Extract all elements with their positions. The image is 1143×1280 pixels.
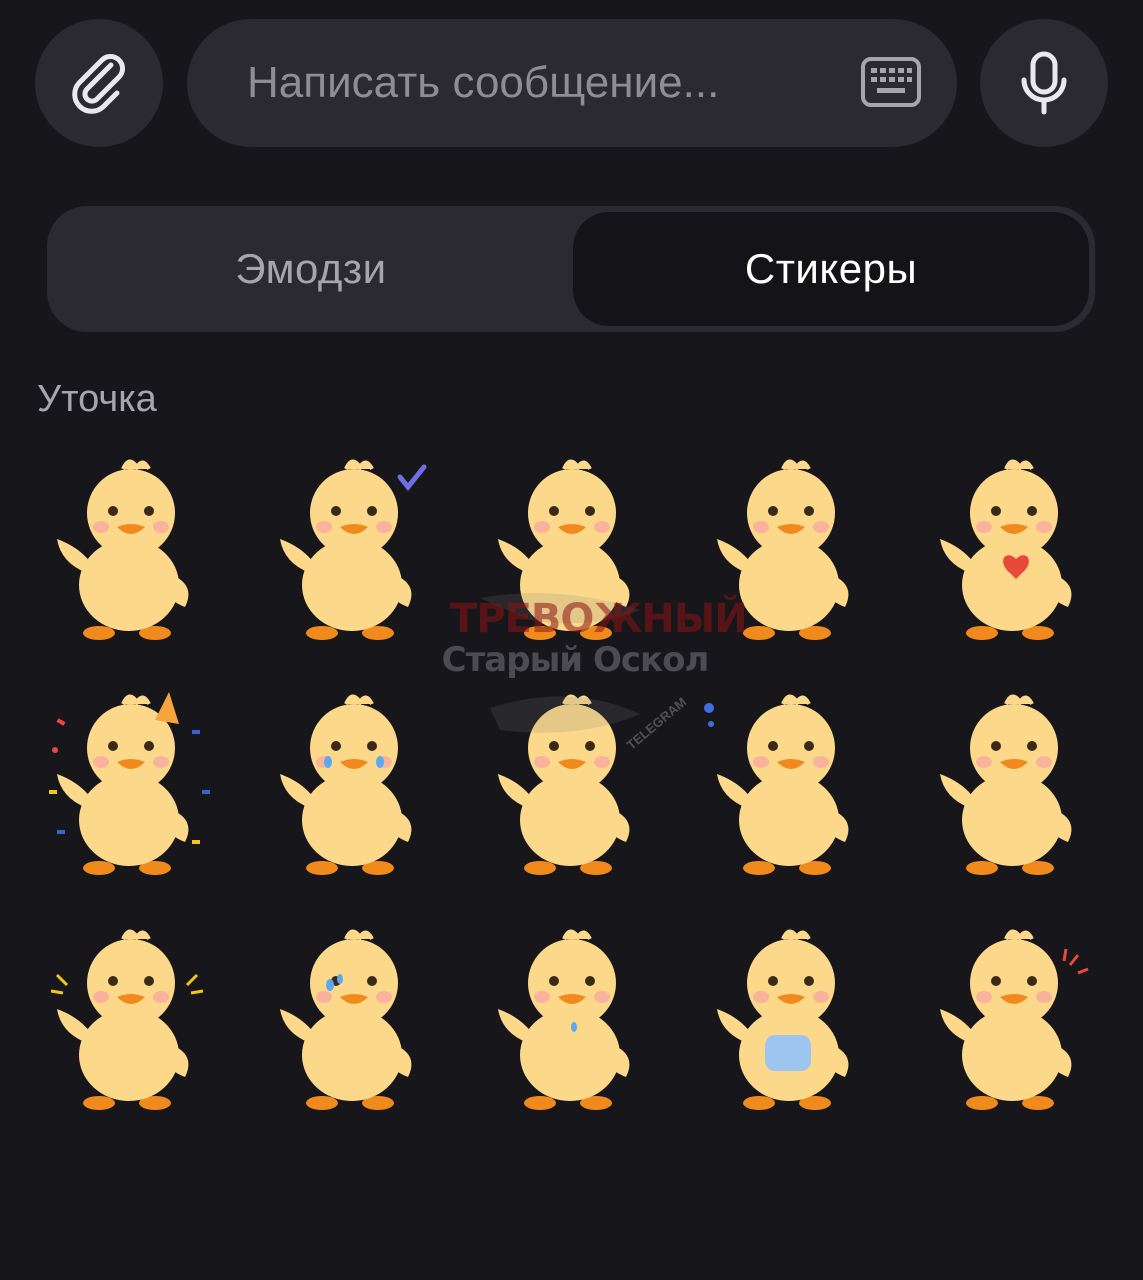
duck-icon [50, 929, 204, 1110]
sticker-duck-suspicious[interactable] [920, 690, 1100, 880]
tab-stickers[interactable]: Стикеры [573, 212, 1089, 326]
duck-icon [717, 929, 849, 1110]
duck-icon [940, 929, 1089, 1110]
attach-button[interactable] [35, 19, 163, 147]
voice-message-button[interactable] [980, 19, 1108, 147]
sticker-duck-surprised[interactable] [37, 925, 217, 1115]
sticker-duck-upset-holding[interactable] [697, 925, 877, 1115]
sticker-duck-waving[interactable] [37, 455, 217, 645]
sticker-duck-heart[interactable] [920, 455, 1100, 645]
sticker-duck-giggling[interactable] [478, 455, 658, 645]
duck-icon [498, 929, 630, 1110]
sticker-duck-sad[interactable] [478, 925, 658, 1115]
keyboard-toggle-button[interactable] [859, 53, 923, 113]
duck-icon [498, 694, 630, 875]
watermark-subtitle: Старый Оскол [441, 640, 710, 680]
sticker-duck-party[interactable] [37, 690, 217, 880]
duck-icon [280, 929, 412, 1110]
keyboard-icon [861, 57, 921, 107]
duck-icon [498, 459, 630, 640]
duck-icon [940, 694, 1072, 875]
duck-icon [717, 459, 849, 640]
duck-icon [280, 694, 412, 875]
duck-icon [49, 692, 210, 875]
microphone-icon [1021, 51, 1067, 115]
tab-emoji[interactable]: Эмодзи [53, 212, 569, 326]
paperclip-icon [72, 54, 125, 114]
duck-icon [940, 459, 1072, 640]
sticker-duck-checkmark[interactable] [260, 455, 440, 645]
sticker-duck-arms-open[interactable] [697, 455, 877, 645]
sticker-duck-pondering[interactable] [697, 690, 877, 880]
emoji-sticker-switcher: Эмодзи Стикеры [47, 206, 1095, 332]
duck-icon [57, 459, 189, 640]
duck-icon [704, 694, 849, 875]
sticker-duck-thinking[interactable] [478, 690, 658, 880]
sticker-duck-nervous[interactable] [260, 925, 440, 1115]
message-input-container [187, 19, 957, 147]
duck-icon [280, 459, 427, 640]
message-input[interactable] [247, 19, 847, 147]
sticker-duck-laughing-tears[interactable] [260, 690, 440, 880]
sticker-duck-angry[interactable] [920, 925, 1100, 1115]
sticker-pack-title: Уточка [37, 378, 157, 420]
